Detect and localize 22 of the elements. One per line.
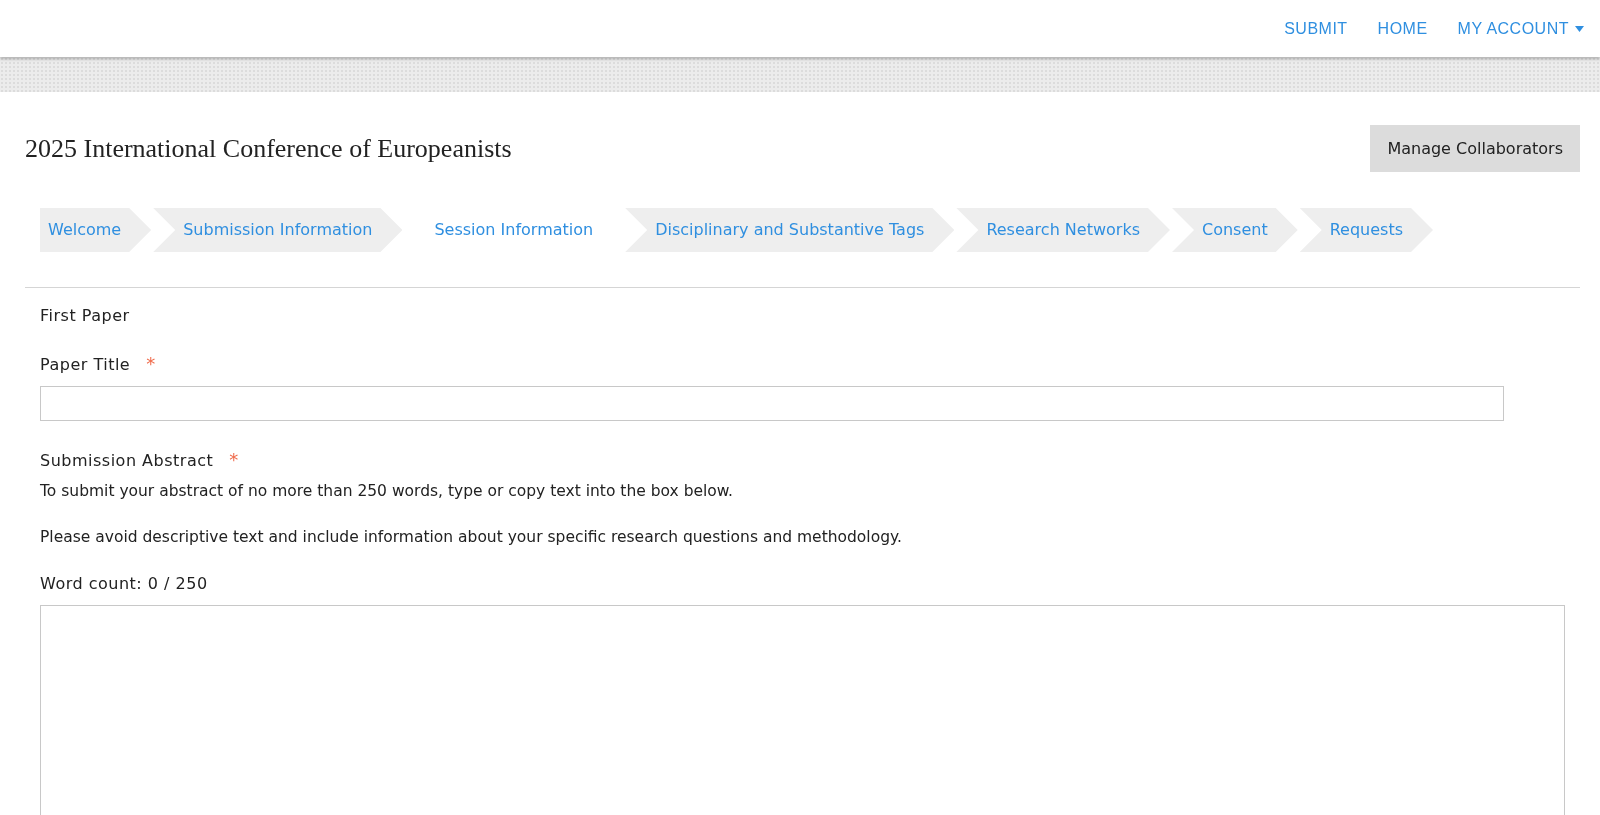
step-tab[interactable]: Research Networks: [956, 208, 1170, 252]
step-tab[interactable]: Welcome: [40, 208, 152, 252]
word-count: Word count: 0 / 250: [40, 574, 209, 593]
manage-collaborators-button[interactable]: Manage Collaborators: [1370, 125, 1580, 172]
nav-link[interactable]: HOME: [1377, 19, 1428, 38]
help-text: To submit your abstract of no more than 250 words, type or copy text into the box below.: [40, 482, 734, 500]
field-label: Submission Abstract: [40, 451, 214, 470]
step-tab[interactable]: Consent: [1172, 208, 1298, 252]
abstract-field[interactable]: [40, 605, 1565, 815]
nav-link[interactable]: SUBMIT: [1284, 19, 1348, 38]
page-title: 2025 International Conference of Europeanists: [25, 133, 512, 164]
nav-link[interactable]: MY ACCOUNT: [1457, 19, 1584, 38]
input-field[interactable]: [40, 386, 1504, 421]
required-mark: *: [229, 449, 239, 470]
step-tab[interactable]: Requests: [1299, 208, 1434, 252]
step-tab[interactable]: Submission Information: [153, 208, 403, 252]
section-title: First Paper: [40, 306, 131, 325]
caret-icon: [1575, 25, 1584, 32]
step-tab[interactable]: Disciplinary and Substantive Tags: [625, 208, 955, 252]
help-text: Please avoid descriptive text and include information about your specific research questions and methodology.: [40, 528, 903, 546]
required-mark: *: [146, 353, 156, 374]
field-label: Paper Title: [40, 355, 131, 374]
